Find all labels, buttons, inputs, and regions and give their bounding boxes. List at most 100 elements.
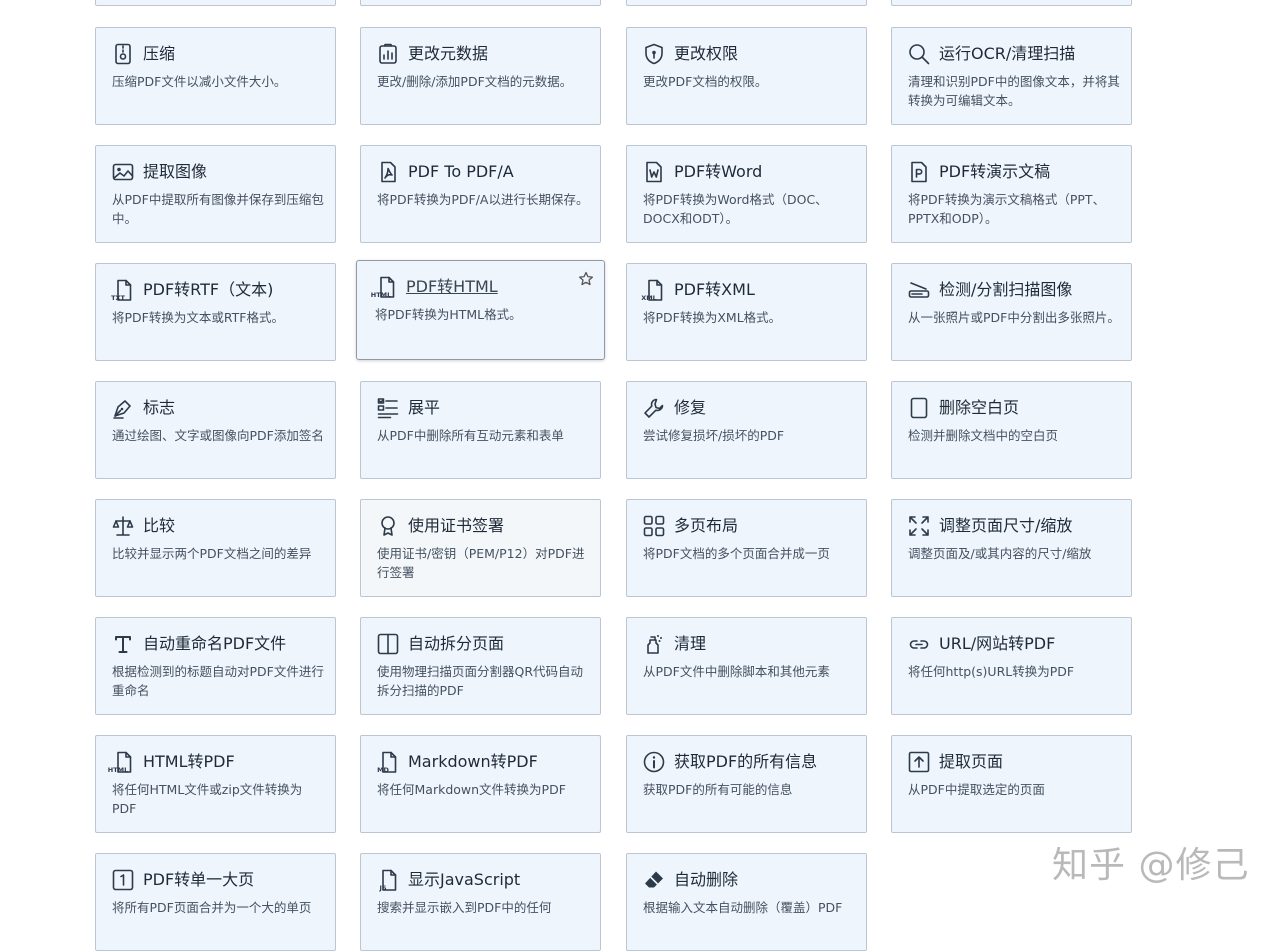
sanitize-icon [643,633,665,655]
tool-card-header: URL/网站转PDF [908,632,1121,656]
tool-card-header: MD Markdown转PDF [377,750,590,774]
tool-card[interactable]: 提取图像 从PDF中提取所有图像并保存到压缩包中。 [95,145,336,243]
tool-title: 提取图像 [143,162,208,181]
tool-card-header: 清理 [643,632,856,656]
tool-card[interactable]: URL/网站转PDF 将任何http(s)URL转换为PDF [891,617,1132,715]
tool-card[interactable]: 展平从PDF中删除所有互动元素和表单 [360,381,601,479]
tool-title: 提取页面 [939,752,1004,771]
search-icon [908,43,930,65]
tool-card[interactable]: 清理从PDF文件中删除脚本和其他元素 [626,617,867,715]
tool-title: 运行OCR/清理扫描 [939,44,1076,63]
tool-description: 从PDF中删除所有互动元素和表单 [377,428,564,443]
one-page-icon [112,869,134,891]
tool-card-header: 使用证书签署 [377,514,590,538]
tool-title: 标志 [143,398,176,417]
tool-card-header: 获取PDF的所有信息 [643,750,856,774]
tool-card-header: PDF转单一大页 [112,868,325,892]
tool-card[interactable]: 自动拆分页面使用物理扫描页面分割器QR代码自动拆分扫描的PDF [360,617,601,715]
tool-card-header: 更改权限 [643,42,856,66]
tool-title: 检测/分割扫描图像 [939,280,1073,299]
tool-title: 自动删除 [674,870,739,889]
tool-card[interactable]: 检测/分割扫描图像从一张照片或PDF中分割出多张照片。 [891,263,1132,361]
tool-card[interactable]: XML PDF转XML 将PDF转换为XML格式。 [626,263,867,361]
tool-card[interactable]: 获取PDF的所有信息获取PDF的所有可能的信息 [626,735,867,833]
split-page-icon [377,633,399,655]
grid-icon [643,515,665,537]
tool-card[interactable]: PDF转单一大页将所有PDF页面合并为一个大的单页 [95,853,336,951]
tool-description: 将PDF转换为PDF/A以进行长期保存。 [377,192,589,207]
tool-description: 清理和识别PDF中的图像文本，并将其转换为可编辑文本。 [908,74,1120,108]
tool-card[interactable]: 自动删除 根据输入文本自动删除（覆盖）PDF [626,853,867,951]
tool-description: 使用物理扫描页面分割器QR代码自动拆分扫描的PDF [377,664,584,698]
tool-card[interactable]: JS 显示JavaScript 搜索并显示嵌入到PDF中的任何 [360,853,601,951]
tool-card[interactable]: 修复 尝试修复损坏/损坏的PDF [626,381,867,479]
tool-card-header: JS 显示JavaScript [377,868,590,892]
tool-card[interactable]: HTML PDF转HTML 将PDF转换为HTML格式。 [356,260,605,360]
tool-card-header: 比较 [112,514,325,538]
tool-title: 自动拆分页面 [408,634,505,653]
tool-description: 将所有PDF页面合并为一个大的单页 [112,900,312,915]
text-t-icon [112,633,134,655]
tool-card[interactable]: HTML HTML转PDF 将任何HTML文件或zip文件转换为PDF [95,735,336,833]
tool-title: 修复 [674,398,707,417]
tool-card[interactable]: 调整页面尺寸/缩放 调整页面及/或其内容的尺寸/缩放 [891,499,1132,597]
tool-title: 多页布局 [674,516,739,535]
tool-title: 展平 [408,398,441,417]
tool-card-header: TXT PDF转RTF（文本) [111,278,325,302]
tool-card-header: PDF To PDF/A [377,160,590,184]
svg-text:JS: JS [378,884,386,892]
tool-card[interactable]: MD Markdown转PDF 将任何Markdown文件转换为PDF [360,735,601,833]
image-icon [112,161,134,183]
tool-card-header: 压缩 [112,42,325,66]
tool-title: 更改元数据 [408,44,489,63]
svg-text:HTML: HTML [371,291,391,299]
txt-file-icon: TXT [111,279,134,302]
tool-card[interactable]: PDF转Word 将PDF转换为Word格式（DOC、DOCX和ODT）。 [626,145,867,243]
html-file-icon: HTML [108,751,134,774]
tool-card[interactable]: 压缩 压缩PDF文件以减小文件大小。 [95,27,336,125]
tool-description: 从一张照片或PDF中分割出多张照片。 [908,310,1120,325]
tool-card[interactable]: 使用证书签署 使用证书/密钥（PEM/P12）对PDF进行签署 [360,499,601,597]
tool-card[interactable]: 删除空白页 检测并删除文档中的空白页 [891,381,1132,479]
upload-box-icon [908,751,930,773]
tool-description: 将PDF转换为HTML格式。 [375,307,522,322]
tool-description: 获取PDF的所有可能的信息 [643,782,793,797]
shield-icon [643,43,665,65]
tool-card[interactable]: 提取页面 从PDF中提取选定的页面 [891,735,1132,833]
compress-icon [112,43,134,65]
tool-card[interactable]: 更改权限 更改PDF文档的权限。 [626,27,867,125]
tool-title: 比较 [143,516,176,535]
tool-description: 将任何Markdown文件转换为PDF [377,782,566,797]
tool-card[interactable]: TXT PDF转RTF（文本) 将PDF转换为文本或RTF格式。 [95,263,336,361]
link-icon [908,633,930,655]
wrench-icon [643,397,665,419]
star-icon[interactable] [578,271,594,287]
tool-title: PDF转演示文稿 [939,162,1051,181]
pdfa-icon [377,161,399,183]
tool-card[interactable]: 比较比较并显示两个PDF文档之间的差异 [95,499,336,597]
tool-title: 压缩 [143,44,176,63]
tool-card-partial[interactable] [360,0,601,6]
xml-file-icon: XML [641,279,665,302]
tool-card[interactable]: 更改元数据 更改/删除/添加PDF文档的元数据。 [360,27,601,125]
tool-card-header: XML PDF转XML [641,278,856,302]
tool-description: 将PDF文档的多个页面合并成一页 [643,546,830,561]
tool-description: 从PDF文件中删除脚本和其他元素 [643,664,830,679]
tool-card-header: 自动拆分页面 [377,632,590,656]
tool-card[interactable]: 自动重命名PDF文件 根据检测到的标题自动对PDF文件进行重命名 [95,617,336,715]
tool-card-partial[interactable] [626,0,867,6]
svg-text:HTML: HTML [108,766,128,774]
tool-title: 调整页面尺寸/缩放 [939,516,1073,535]
tool-title: 更改权限 [674,44,739,63]
tool-card[interactable]: 运行OCR/清理扫描清理和识别PDF中的图像文本，并将其转换为可编辑文本。 [891,27,1132,125]
tool-card-header: 检测/分割扫描图像 [908,278,1121,302]
tool-card-partial[interactable] [891,0,1132,6]
tool-card[interactable]: 标志 通过绘图、文字或图像向PDF添加签名 [95,381,336,479]
tool-title: PDF转HTML [406,277,498,296]
tool-card-partial[interactable] [95,0,336,6]
tool-card[interactable]: 多页布局将PDF文档的多个页面合并成一页 [626,499,867,597]
tool-card[interactable]: PDF转演示文稿 将PDF转换为演示文稿格式（PPT、PPTX和ODP）。 [891,145,1132,243]
tool-card-header: 删除空白页 [908,396,1121,420]
tool-description: 比较并显示两个PDF文档之间的差异 [112,546,312,561]
tool-card[interactable]: PDF To PDF/A 将PDF转换为PDF/A以进行长期保存。 [360,145,601,243]
